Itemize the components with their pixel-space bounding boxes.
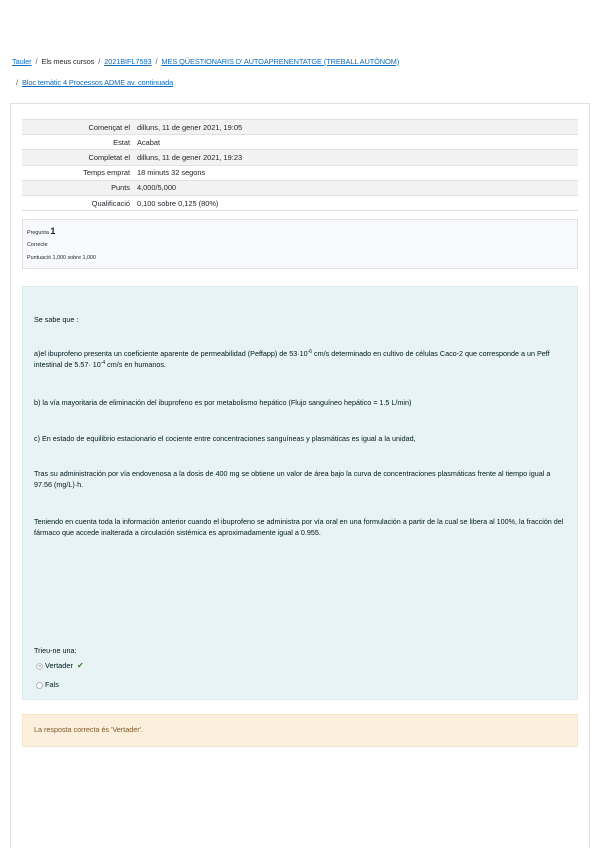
statement-a-text-end: cm/s en humanos. — [105, 359, 166, 369]
summary-value: Acabat — [135, 134, 578, 150]
summary-row-completed: Completat el dilluns, 11 de gener 2021, … — [22, 149, 578, 166]
breadcrumb-separator: / — [35, 57, 38, 66]
question-intro: Se sabe que : — [34, 315, 79, 324]
summary-value: dilluns, 11 de gener 2021, 19:05 — [135, 118, 578, 135]
breadcrumb: Tauler / Els meus cursos/2021BIFL7593/MES … — [12, 51, 592, 93]
answer-radio-false[interactable] — [36, 681, 43, 689]
summary-row-grade: Qualificació 0,100 sobre 0,125 (80%) — [22, 194, 578, 212]
answer-radio-true[interactable] — [36, 662, 43, 670]
breadcrumb-separator: / — [155, 57, 158, 66]
question-statement-e: Teniendo en cuenta toda la información a… — [34, 517, 564, 537]
correct-answer-feedback: La resposta correcta és 'Vertader'. — [22, 714, 578, 747]
breadcrumb-separator: / — [98, 57, 101, 66]
question-info-box: Pregunta 1 Correcte Puntuació 1,000 sobr… — [22, 219, 578, 269]
check-icon: ✔ — [76, 661, 84, 670]
summary-label: Completat el — [22, 149, 135, 166]
answer-option-false[interactable]: Fals — [36, 680, 59, 691]
question-statement-c: c) En estado de equilibrio estacionario … — [34, 434, 416, 443]
question-state: Correcte — [27, 242, 48, 248]
statement-a-text-start: a)el ibuprofeno presenta un coeficiente … — [34, 349, 308, 358]
answer-option-label: Vertader — [45, 661, 73, 670]
answer-prompt: Trieu-ne una: — [34, 646, 77, 655]
summary-row-time-taken: Temps emprat 18 minuts 32 segons — [22, 164, 578, 181]
question-number-value: 1 — [50, 226, 56, 236]
summary-row-marks: Punts 4,000/5,000 — [22, 179, 578, 196]
summary-value: dilluns, 11 de gener 2021, 19:23 — [135, 149, 578, 166]
breadcrumb-section-link[interactable]: MES QÜESTIONARIS D' AUTOAPRENENTATGE (TR… — [161, 57, 399, 66]
summary-row-state: Estat Acabat — [22, 134, 578, 150]
question-number: Pregunta 1 — [27, 225, 573, 239]
summary-label: Qualificació — [22, 194, 135, 212]
summary-row-started: Començat el dilluns, 11 de gener 2021, 1… — [22, 118, 578, 135]
summary-value: 4,000/5,000 — [135, 179, 578, 196]
attempt-summary-table: Començat el dilluns, 11 de gener 2021, 1… — [22, 118, 578, 212]
question-formulation: Se sabe que : a)el ibuprofeno presenta u… — [22, 286, 578, 700]
summary-value: 18 minuts 32 segons — [135, 164, 578, 181]
summary-value: 0,100 sobre 0,125 (80%) — [135, 194, 578, 212]
question-number-label: Pregunta — [27, 230, 49, 236]
summary-label: Temps emprat — [22, 164, 135, 181]
breadcrumb-separator: / — [16, 78, 18, 87]
breadcrumb-course-link[interactable]: 2021BIFL7593 — [104, 57, 151, 66]
breadcrumb-quiz-link[interactable]: Bloc temàtic 4 Processos ADME av. contin… — [22, 78, 173, 87]
question-statement-b: b) la vía mayoritaria de eliminación del… — [34, 398, 412, 407]
breadcrumb-my-courses: Els meus cursos — [41, 57, 95, 66]
question-grade: Puntuació 1,000 sobre 1,000 — [27, 255, 96, 261]
question-statement-a: a)el ibuprofeno presenta un coeficiente … — [34, 349, 568, 370]
answer-option-label: Fals — [45, 680, 59, 689]
summary-label: Començat el — [22, 118, 135, 135]
answer-option-true[interactable]: Vertader ✔ — [36, 661, 84, 672]
summary-label: Punts — [22, 179, 135, 196]
summary-label: Estat — [22, 134, 135, 150]
breadcrumb-home-link[interactable]: Tauler — [12, 57, 32, 66]
question-statement-d: Tras su administración por vía endovenos… — [34, 469, 551, 489]
